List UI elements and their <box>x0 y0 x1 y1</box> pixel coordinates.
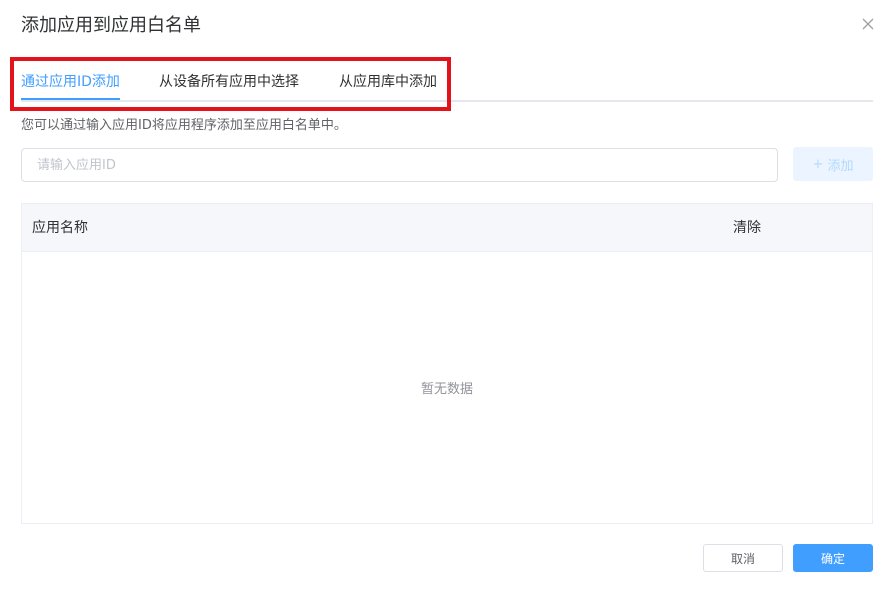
table-empty-state: 暂无数据 <box>22 252 872 523</box>
tab-add-by-app-id[interactable]: 通过应用ID添加 <box>21 61 120 102</box>
tab-add-from-app-library[interactable]: 从应用库中添加 <box>339 61 437 102</box>
table-header: 应用名称 清除 <box>22 204 872 252</box>
active-tab-indicator <box>21 98 120 100</box>
column-header-app-name: 应用名称 <box>32 220 88 236</box>
app-id-input[interactable] <box>21 148 778 182</box>
confirm-button[interactable]: 确定 <box>793 544 873 572</box>
hint-text: 您可以通过输入应用ID将应用程序添加至应用白名单中。 <box>21 118 347 133</box>
empty-text: 暂无数据 <box>420 382 473 397</box>
tab-bar: 通过应用ID添加 从设备所有应用中选择 从应用库中添加 <box>21 61 873 102</box>
cancel-button[interactable]: 取消 <box>703 544 783 572</box>
close-icon-graphic <box>862 18 874 30</box>
plus-icon: + <box>812 156 824 172</box>
add-button-label: 添加 <box>827 158 854 174</box>
column-header-clear: 清除 <box>733 220 761 236</box>
add-app-whitelist-dialog: 添加应用到应用白名单 通过应用ID添加 从设备所有应用中选择 从应用库中添加 您… <box>0 0 896 591</box>
app-table: 应用名称 清除 暂无数据 <box>21 203 873 524</box>
close-icon[interactable] <box>858 14 878 34</box>
add-button[interactable]: + 添加 <box>793 147 873 181</box>
dialog-title: 添加应用到应用白名单 <box>21 15 201 36</box>
tab-select-from-device-apps[interactable]: 从设备所有应用中选择 <box>159 61 299 102</box>
